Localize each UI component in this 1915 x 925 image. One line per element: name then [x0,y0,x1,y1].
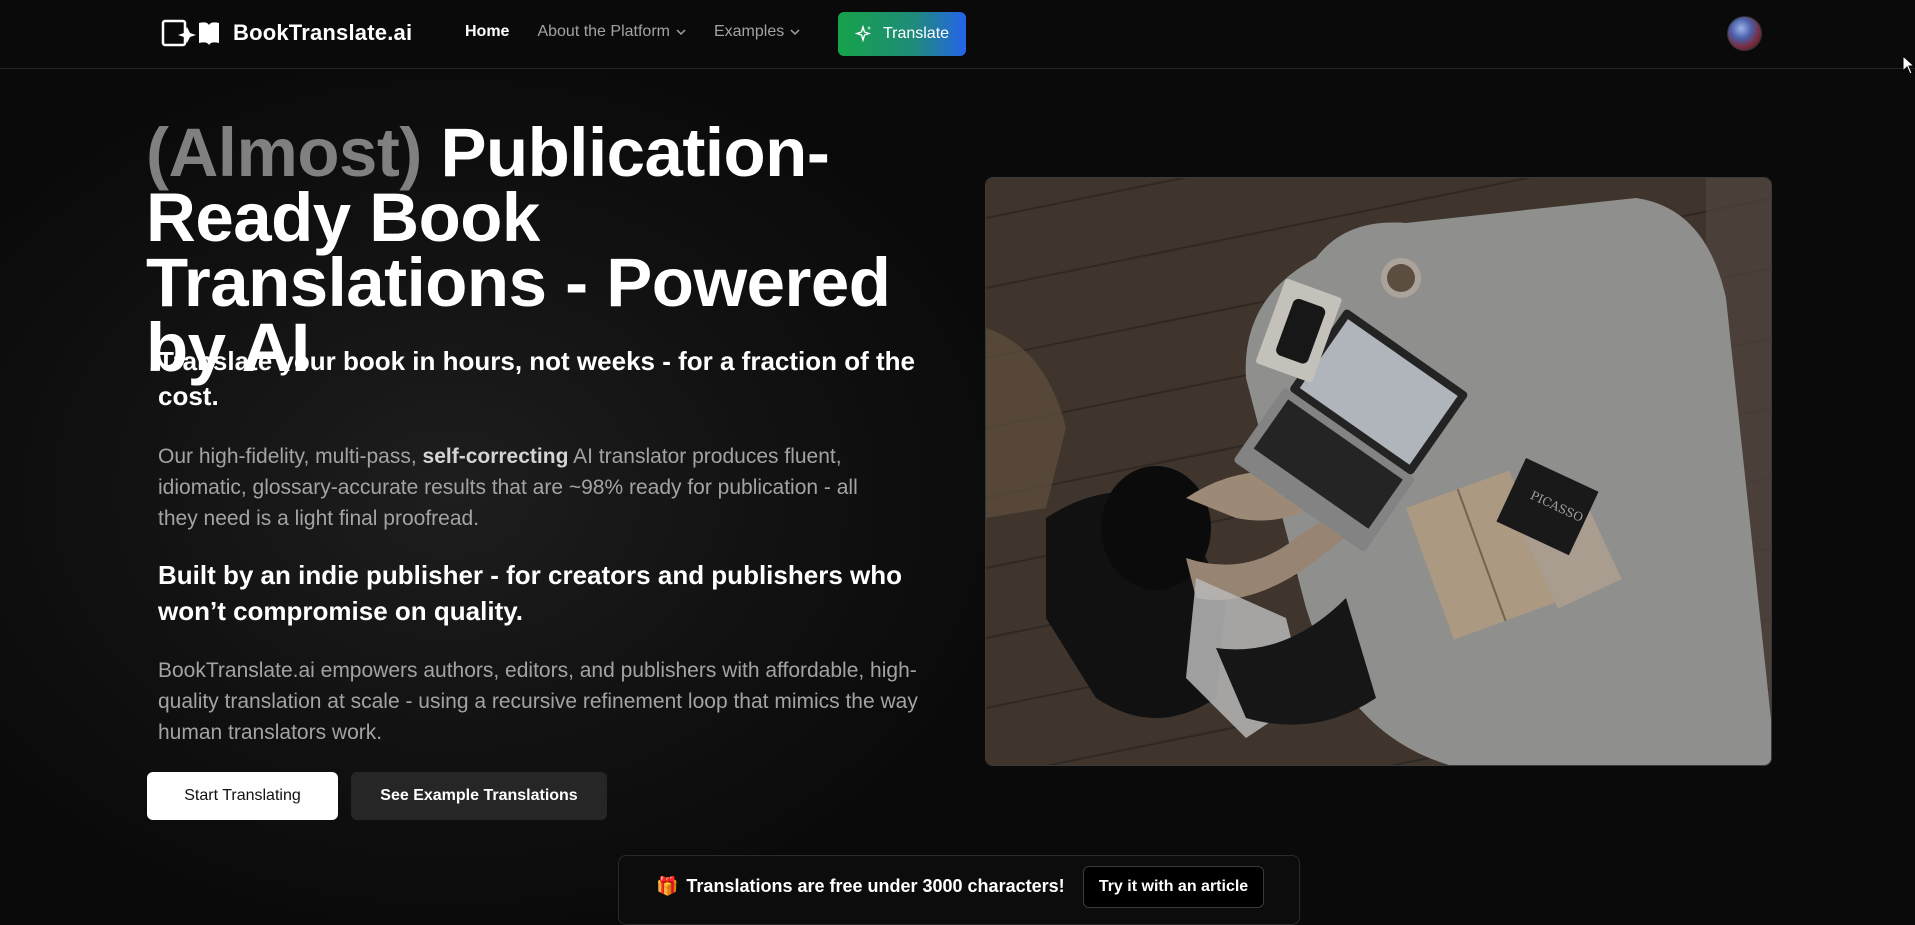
start-translating-button[interactable]: Start Translating [147,772,338,820]
banner-message: Translations are free under 3000 charact… [686,876,1065,896]
try-with-article-button[interactable]: Try it with an article [1083,866,1264,908]
user-avatar[interactable] [1727,16,1762,51]
nav-home-link[interactable]: Home [465,23,509,41]
brand-name: BookTranslate.ai [233,20,413,45]
translate-button[interactable]: Translate [838,12,966,56]
mouse-cursor-icon [1902,55,1915,75]
nav-links: Home About the Platform Examples [465,23,828,41]
brand-logo[interactable]: BookTranslate.ai [161,17,412,49]
hero-subheading-1: Translate your book in hours, not weeks … [158,346,915,411]
book-sparkle-logo-icon [161,19,219,47]
nav-examples-dropdown[interactable]: Examples [714,23,800,41]
paragraph-1-pre: Our high-fidelity, multi-pass, [158,445,423,468]
hero-headline: (Almost) Publication-Ready Book Translat… [146,118,946,382]
see-example-translations-button[interactable]: See Example Translations [351,772,607,820]
hero-subheading-2: Built by an indie publisher - for creato… [158,560,902,626]
hero-photo-woman-with-laptop: PICASSO [985,177,1772,766]
translate-button-label: Translate [882,25,950,42]
hero-paragraph-2: BookTranslate.ai empowers authors, edito… [158,659,918,744]
free-translation-text: 🎁 Translations are free under 3000 chara… [656,876,1065,897]
chevron-down-icon [676,29,686,36]
nav-home-label: Home [465,23,510,40]
nav-examples-label: Examples [713,23,785,40]
nav-about-label: About the Platform [537,23,670,40]
hero-paragraph-1: Our high-fidelity, multi-pass, self-corr… [158,441,878,534]
top-navbar: BookTranslate.ai Home About the Platform… [0,0,1915,69]
paragraph-1-bold: self-correcting [422,445,569,468]
chevron-down-icon [790,29,800,36]
gift-icon: 🎁 [656,876,679,896]
sparkles-icon [854,25,872,43]
nav-about-dropdown[interactable]: About the Platform [537,23,686,41]
